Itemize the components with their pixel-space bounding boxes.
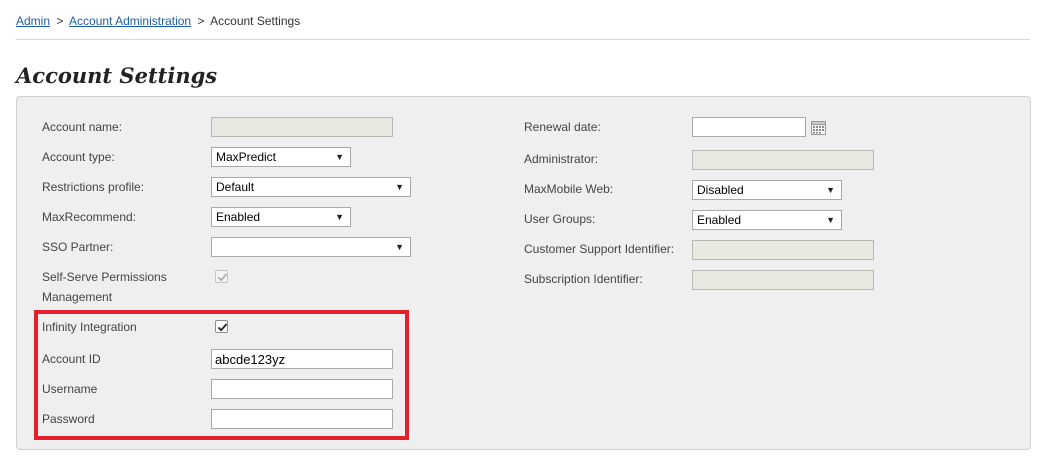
- subscription-identifier-field[interactable]: [692, 270, 874, 290]
- username-label: Username: [42, 382, 98, 396]
- infinity-integration-label: Infinity Integration: [42, 320, 137, 334]
- account-id-label: Account ID: [42, 352, 101, 366]
- administrator-field[interactable]: [692, 150, 874, 170]
- breadcrumb-separator: >: [56, 14, 64, 28]
- chevron-down-icon: ▼: [826, 185, 835, 195]
- chevron-down-icon: ▼: [395, 242, 404, 252]
- customer-support-identifier-field[interactable]: [692, 240, 874, 260]
- infinity-integration-checkbox[interactable]: [215, 320, 228, 333]
- user-groups-label: User Groups:: [524, 212, 596, 226]
- username-field[interactable]: [211, 379, 393, 399]
- administrator-label: Administrator:: [524, 152, 599, 166]
- password-label: Password: [42, 412, 95, 426]
- restrictions-profile-select[interactable]: Default ▼: [211, 177, 411, 197]
- account-type-select[interactable]: MaxPredict ▼: [211, 147, 351, 167]
- checkmark-icon: [217, 323, 228, 332]
- restrictions-profile-value: Default: [216, 180, 255, 194]
- sso-partner-select[interactable]: ▼: [211, 237, 411, 257]
- maxrecommend-label: MaxRecommend:: [42, 210, 137, 224]
- user-groups-value: Enabled: [697, 213, 742, 227]
- account-id-field[interactable]: [211, 349, 393, 369]
- checkmark-icon: [217, 273, 228, 282]
- user-groups-select[interactable]: Enabled ▼: [692, 210, 842, 230]
- breadcrumb-current: Account Settings: [210, 14, 301, 28]
- account-name-field[interactable]: [211, 117, 393, 137]
- breadcrumb-separator: >: [197, 14, 205, 28]
- maxrecommend-value: Enabled: [216, 210, 261, 224]
- self-serve-permissions-label-line2: Management: [42, 290, 113, 304]
- password-field[interactable]: [211, 409, 393, 429]
- breadcrumb: Admin > Account Administration > Account…: [16, 14, 300, 28]
- account-name-label: Account name:: [42, 120, 123, 134]
- chevron-down-icon: ▼: [826, 215, 835, 225]
- self-serve-permissions-checkbox: [215, 270, 228, 283]
- renewal-date-field[interactable]: [692, 117, 806, 137]
- renewal-date-label: Renewal date:: [524, 120, 601, 134]
- maxrecommend-select[interactable]: Enabled ▼: [211, 207, 351, 227]
- account-type-value: MaxPredict: [216, 150, 277, 164]
- sso-partner-label: SSO Partner:: [42, 240, 114, 254]
- chevron-down-icon: ▼: [395, 182, 404, 192]
- chevron-down-icon: ▼: [335, 152, 344, 162]
- self-serve-permissions-label: Self-Serve Permissions: [42, 270, 167, 284]
- maxmobile-web-select[interactable]: Disabled ▼: [692, 180, 842, 200]
- account-type-label: Account type:: [42, 150, 115, 164]
- breadcrumb-account-administration-link[interactable]: Account Administration: [69, 14, 191, 28]
- calendar-icon[interactable]: [811, 121, 826, 135]
- restrictions-profile-label: Restrictions profile:: [42, 180, 145, 194]
- maxmobile-web-value: Disabled: [697, 183, 744, 197]
- subscription-identifier-label: Subscription Identifier:: [524, 272, 643, 286]
- breadcrumb-admin-link[interactable]: Admin: [16, 14, 50, 28]
- customer-support-identifier-label: Customer Support Identifier:: [524, 242, 675, 256]
- header-divider: [16, 39, 1030, 40]
- chevron-down-icon: ▼: [335, 212, 344, 222]
- page-title: Account Settings: [16, 63, 218, 88]
- maxmobile-web-label: MaxMobile Web:: [524, 182, 614, 196]
